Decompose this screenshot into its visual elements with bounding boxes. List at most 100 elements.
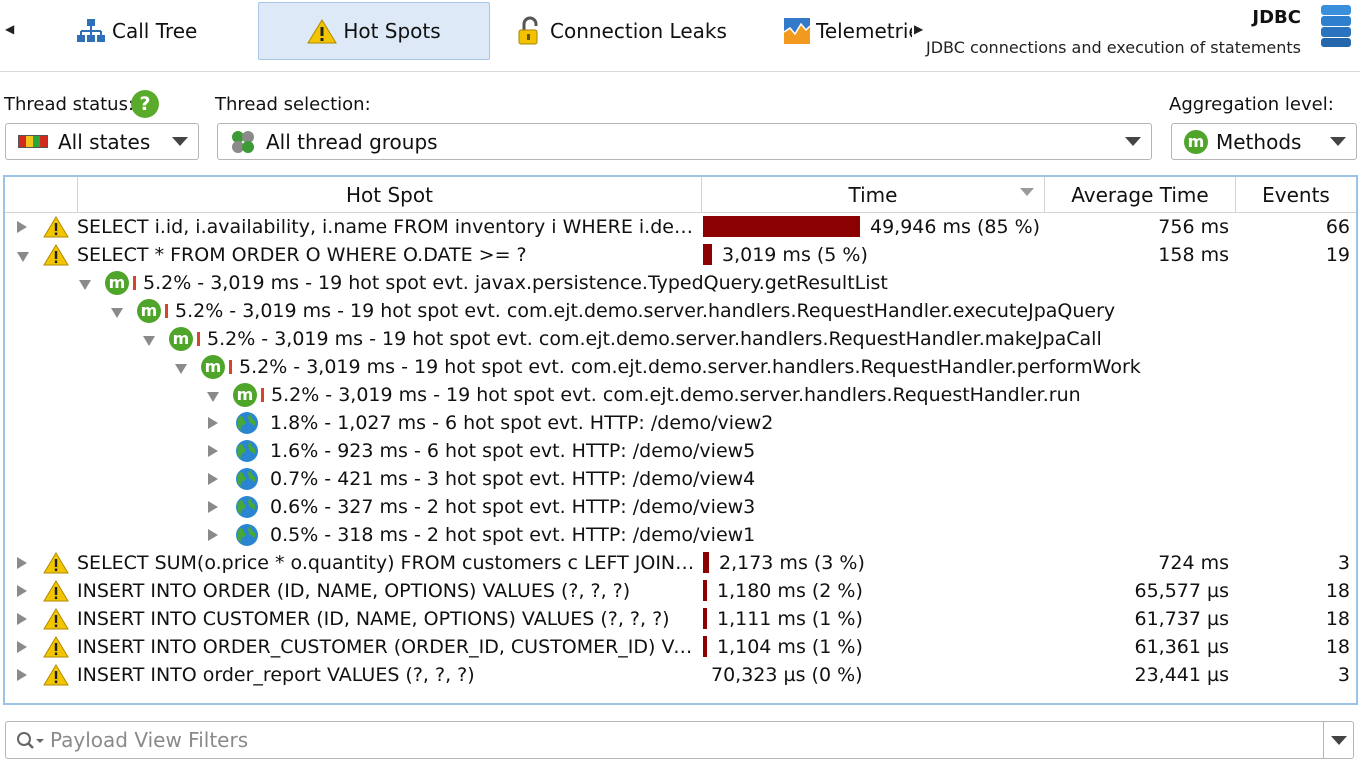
- events-value: 3: [1337, 664, 1350, 686]
- tab-label: Telemetrie: [816, 19, 912, 43]
- globe-icon: [235, 439, 259, 463]
- expand-toggle-icon[interactable]: [17, 557, 27, 569]
- backtrace-method-row[interactable]: m 5.2% - 3,019 ms - 19 hot spot evt. com.…: [5, 325, 1356, 353]
- tab-hot-spots[interactable]: Hot Spots: [258, 2, 490, 60]
- time-percentage-bar: [703, 580, 707, 601]
- expand-toggle-icon[interactable]: [17, 641, 27, 653]
- scroll-tabs-right-button[interactable]: ▶: [914, 22, 923, 36]
- expand-toggle-icon[interactable]: [17, 585, 27, 597]
- collapse-toggle-icon[interactable]: [175, 364, 187, 374]
- method-icon: m: [233, 383, 257, 407]
- expand-toggle-icon[interactable]: [208, 501, 218, 513]
- scroll-tabs-left-button[interactable]: ◀: [5, 22, 14, 36]
- backtrace-url-row[interactable]: 0.7% - 421 ms - 3 hot spot evt. HTTP: /d…: [5, 465, 1356, 493]
- call-tree-icon: [76, 16, 106, 46]
- hot-spot-row[interactable]: INSERT INTO ORDER_CUSTOMER (ORDER_ID, CU…: [5, 633, 1356, 661]
- hot-spot-text: INSERT INTO ORDER (ID, NAME, OPTIONS) VA…: [77, 580, 631, 602]
- hot-spot-row[interactable]: INSERT INTO CUSTOMER (ID, NAME, OPTIONS)…: [5, 605, 1356, 633]
- hot-spot-text: SELECT SUM(o.price * o.quantity) FROM cu…: [77, 552, 695, 574]
- thread-status-label: Thread status:: [4, 94, 135, 115]
- thread-status-dropdown[interactable]: All states: [5, 123, 199, 160]
- hot-spot-cell: INSERT INTO ORDER_CUSTOMER (ORDER_ID, CU…: [77, 633, 695, 661]
- hot-spot-row[interactable]: SELECT i.id, i.availability, i.name FROM…: [5, 213, 1356, 241]
- backtrace-url-row[interactable]: 0.6% - 327 ms - 2 hot spot evt. HTTP: /d…: [5, 493, 1356, 521]
- time-percentage-bar: [703, 636, 707, 657]
- tab-call-tree[interactable]: Call Tree: [76, 2, 246, 60]
- expand-toggle-icon[interactable]: [208, 473, 218, 485]
- payload-view-filter: [5, 721, 1354, 759]
- collapse-toggle-icon[interactable]: [79, 280, 91, 290]
- view-title: JDBC: [1252, 7, 1301, 28]
- expand-toggle-icon[interactable]: [17, 669, 27, 681]
- average-time-value: 23,441 µs: [1134, 664, 1229, 686]
- backtrace-text: 1.6% - 923 ms - 6 hot spot evt. HTTP: /d…: [270, 440, 756, 462]
- hot-spot-row[interactable]: INSERT INTO ORDER (ID, NAME, OPTIONS) VA…: [5, 577, 1356, 605]
- hot-spot-text: SELECT i.id, i.availability, i.name FROM…: [77, 216, 695, 238]
- search-icon[interactable]: [16, 731, 48, 751]
- expand-toggle-icon[interactable]: [208, 417, 218, 429]
- backtrace-text: 0.5% - 318 ms - 2 hot spot evt. HTTP: /d…: [270, 524, 756, 546]
- time-percentage-bar: [133, 276, 136, 290]
- collapse-toggle-icon[interactable]: [17, 252, 29, 262]
- collapse-toggle-icon[interactable]: [111, 308, 123, 318]
- time-percentage-bar: [703, 552, 709, 573]
- warning-icon: [43, 552, 69, 574]
- warning-icon: [307, 16, 338, 46]
- warning-icon: [43, 216, 69, 238]
- hot-spot-row[interactable]: INSERT INTO order_report VALUES (?, ?, ?…: [5, 661, 1356, 689]
- column-header-time[interactable]: Time: [701, 177, 1044, 213]
- expand-toggle-icon[interactable]: [17, 613, 27, 625]
- chevron-down-icon: [1330, 137, 1346, 146]
- tab-telemetrie[interactable]: Telemetrie: [784, 2, 912, 60]
- payload-filter-input[interactable]: [50, 724, 1280, 756]
- expand-toggle-icon[interactable]: [17, 221, 27, 233]
- aggregation-level-dropdown[interactable]: m Methods: [1171, 123, 1357, 160]
- hot-spot-row[interactable]: SELECT SUM(o.price * o.quantity) FROM cu…: [5, 549, 1356, 577]
- column-header-events[interactable]: Events: [1235, 177, 1356, 213]
- expand-toggle-icon[interactable]: [208, 529, 218, 541]
- column-header-hot-spot[interactable]: Hot Spot: [77, 177, 701, 213]
- hot-spot-cell: INSERT INTO order_report VALUES (?, ?, ?…: [77, 661, 695, 689]
- events-value: 18: [1325, 608, 1350, 630]
- backtrace-text: 5.2% - 3,019 ms - 19 hot spot evt. javax…: [143, 272, 888, 294]
- globe-icon: [235, 411, 259, 435]
- header-spacer: [5, 177, 77, 213]
- tab-connection-leaks[interactable]: Connection Leaks: [514, 2, 744, 60]
- time-value: 1,111 ms (1 %): [717, 608, 863, 630]
- tab-label: Call Tree: [112, 19, 198, 43]
- backtrace-url-row[interactable]: 0.5% - 318 ms - 2 hot spot evt. HTTP: /d…: [5, 521, 1356, 549]
- globe-icon: [235, 495, 259, 519]
- time-percentage-bar: [165, 304, 168, 318]
- collapse-toggle-icon[interactable]: [143, 336, 155, 346]
- time-value: 1,180 ms (2 %): [717, 580, 863, 602]
- average-time-value: 61,361 µs: [1134, 636, 1229, 658]
- hot-spot-cell: INSERT INTO CUSTOMER (ID, NAME, OPTIONS)…: [77, 605, 695, 633]
- backtrace-text: 5.2% - 3,019 ms - 19 hot spot evt. com.e…: [271, 384, 1081, 406]
- warning-icon: [43, 244, 69, 266]
- method-icon: m: [1184, 129, 1208, 154]
- hot-spot-cell: SELECT i.id, i.availability, i.name FROM…: [77, 213, 695, 241]
- unlocked-padlock-icon: [514, 16, 544, 46]
- help-icon[interactable]: ?: [131, 90, 159, 118]
- backtrace-url-row[interactable]: 1.8% - 1,027 ms - 6 hot spot evt. HTTP: …: [5, 409, 1356, 437]
- thread-selection-dropdown[interactable]: All thread groups: [217, 123, 1152, 160]
- hot-spot-cell: SELECT * FROM ORDER O WHERE O.DATE >= ?: [77, 241, 695, 269]
- collapse-toggle-icon[interactable]: [207, 392, 219, 402]
- average-time-value: 158 ms: [1158, 244, 1229, 266]
- method-icon: m: [105, 271, 129, 295]
- backtrace-method-row[interactable]: m 5.2% - 3,019 ms - 19 hot spot evt. com.…: [5, 381, 1356, 409]
- view-tab-bar: ◀ Call Tree Hot Spots Connection Leaks T…: [0, 0, 1360, 72]
- time-value: 2,173 ms (3 %): [719, 552, 865, 574]
- backtrace-text: 5.2% - 3,019 ms - 19 hot spot evt. com.e…: [207, 328, 1102, 350]
- expand-toggle-icon[interactable]: [208, 445, 218, 457]
- backtrace-method-row[interactable]: m 5.2% - 3,019 ms - 19 hot spot evt. java…: [5, 269, 1356, 297]
- hot-spot-row[interactable]: SELECT * FROM ORDER O WHERE O.DATE >= ? 3…: [5, 241, 1356, 269]
- column-header-average-time[interactable]: Average Time: [1044, 177, 1235, 213]
- backtrace-method-row[interactable]: m 5.2% - 3,019 ms - 19 hot spot evt. com.…: [5, 353, 1356, 381]
- backtrace-method-row[interactable]: m 5.2% - 3,019 ms - 19 hot spot evt. com.…: [5, 297, 1356, 325]
- time-value: 3,019 ms (5 %): [722, 244, 868, 266]
- payload-filter-dropdown-button[interactable]: [1323, 722, 1353, 758]
- time-percentage-bar: [703, 244, 712, 265]
- backtrace-text: 1.8% - 1,027 ms - 6 hot spot evt. HTTP: …: [270, 412, 774, 434]
- backtrace-url-row[interactable]: 1.6% - 923 ms - 6 hot spot evt. HTTP: /d…: [5, 437, 1356, 465]
